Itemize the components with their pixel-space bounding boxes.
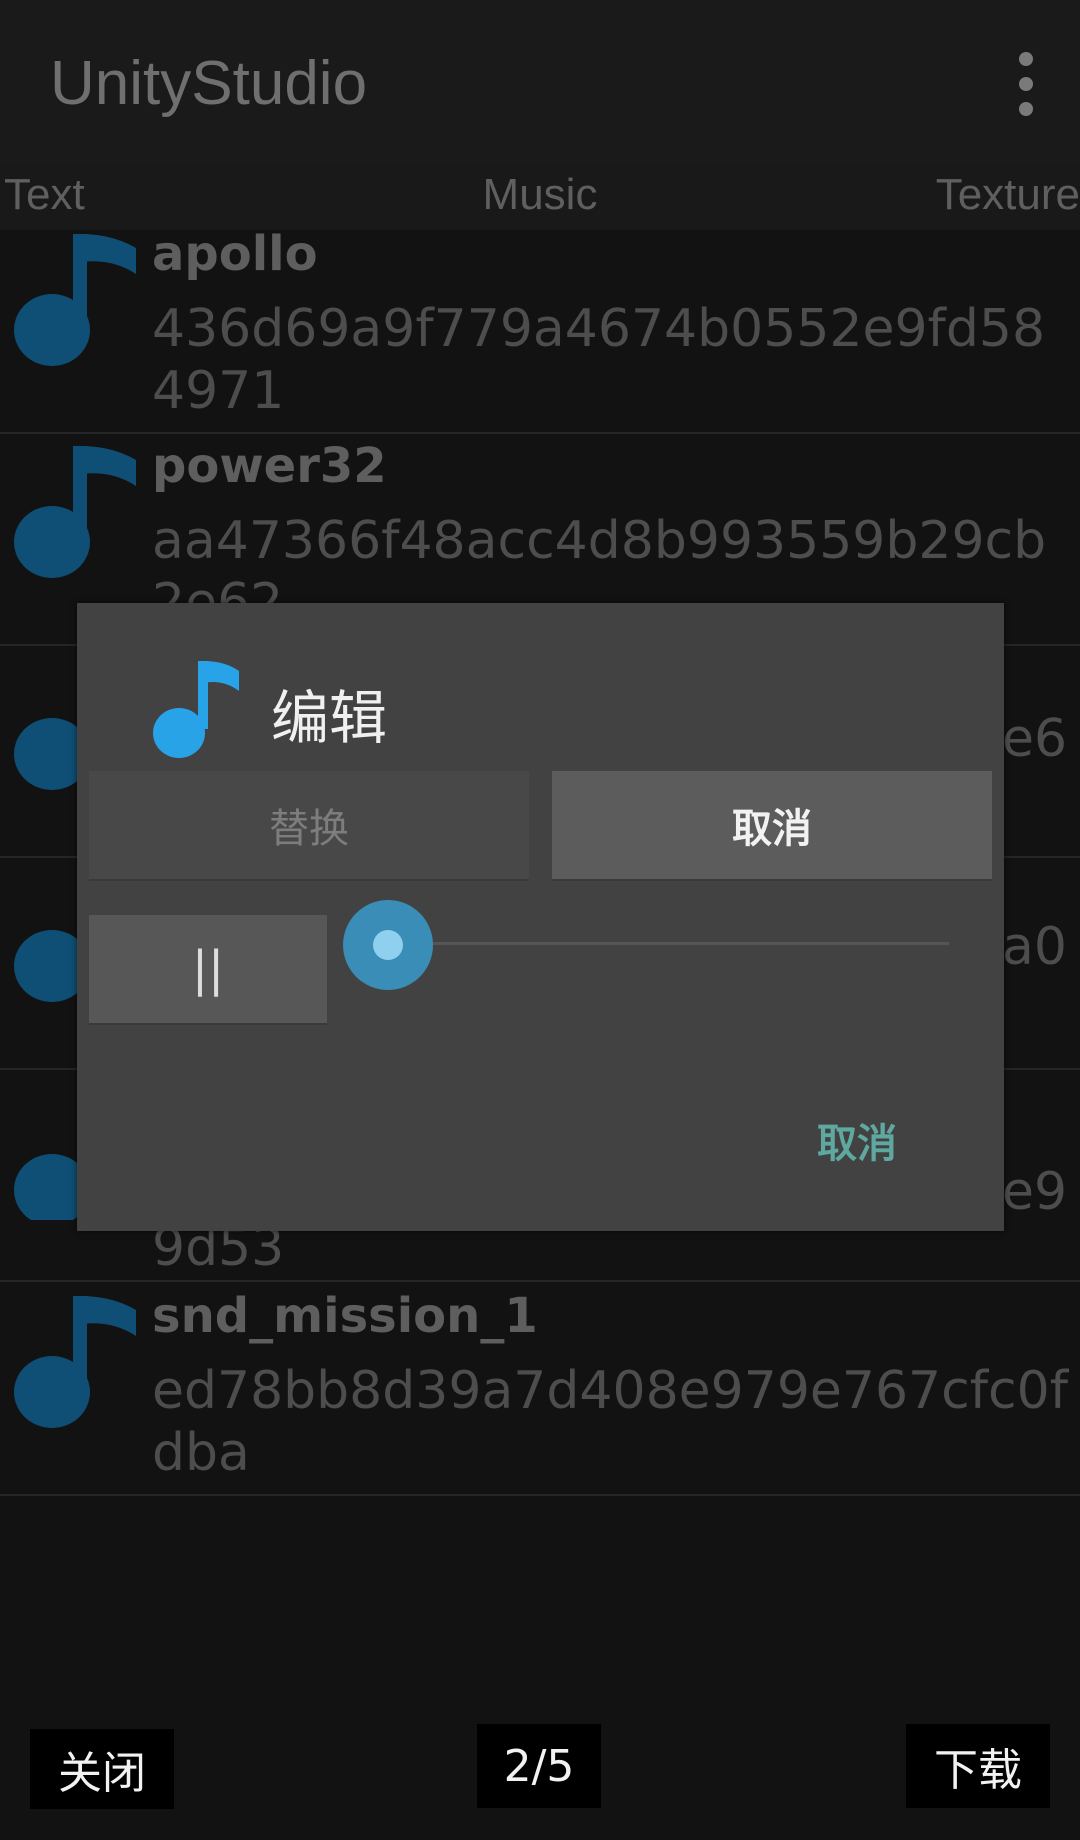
list-item-hash: a0 — [1002, 917, 1067, 977]
list-item-title: snd_mission_1 — [152, 1288, 538, 1344]
music-note-icon — [14, 1296, 136, 1428]
list-item-title: apollo — [152, 226, 318, 282]
app-bar: UnityStudio — [0, 0, 1080, 162]
download-button[interactable]: 下载 — [906, 1724, 1050, 1808]
tab-music[interactable]: Music — [0, 170, 1080, 220]
music-note-icon — [14, 446, 136, 578]
close-button[interactable]: 关闭 — [30, 1729, 174, 1809]
dialog-title: 编辑 — [271, 684, 388, 752]
music-note-icon — [153, 661, 239, 758]
list-item-hash: e6 — [1002, 709, 1068, 769]
list-item-hash: 436d69a9f779a4674b0552e9fd584971 — [152, 299, 1046, 421]
list-item[interactable]: apollo 436d69a9f779a4674b0552e9fd584971 — [0, 220, 1080, 434]
pause-button[interactable]: || — [89, 915, 327, 1025]
dialog-cancel-button[interactable]: 取消 — [817, 1111, 897, 1169]
app-title: UnityStudio — [50, 49, 368, 118]
list-item[interactable]: snd_mission_1 ed78bb8d39a7d408e979e767cf… — [0, 1282, 1080, 1496]
list-item-hash-fragment: e9 — [1002, 1162, 1068, 1222]
replace-button[interactable]: 替换 — [89, 771, 529, 881]
tab-texture[interactable]: Texture — [936, 170, 1080, 220]
list-item-hash: ed78bb8d39a7d408e979e767cfc0fdba — [152, 1361, 1069, 1483]
page-indicator: 2/5 — [477, 1724, 601, 1808]
overflow-menu-icon[interactable] — [1010, 48, 1042, 120]
edit-dialog: 编辑 替换 取消 || 取消 — [77, 603, 1004, 1231]
seek-bar-thumb[interactable] — [343, 900, 433, 990]
list-item-title: power32 — [152, 438, 387, 494]
seek-bar-track[interactable] — [389, 942, 949, 945]
cancel-button[interactable]: 取消 — [552, 771, 992, 881]
music-note-icon — [14, 234, 136, 366]
